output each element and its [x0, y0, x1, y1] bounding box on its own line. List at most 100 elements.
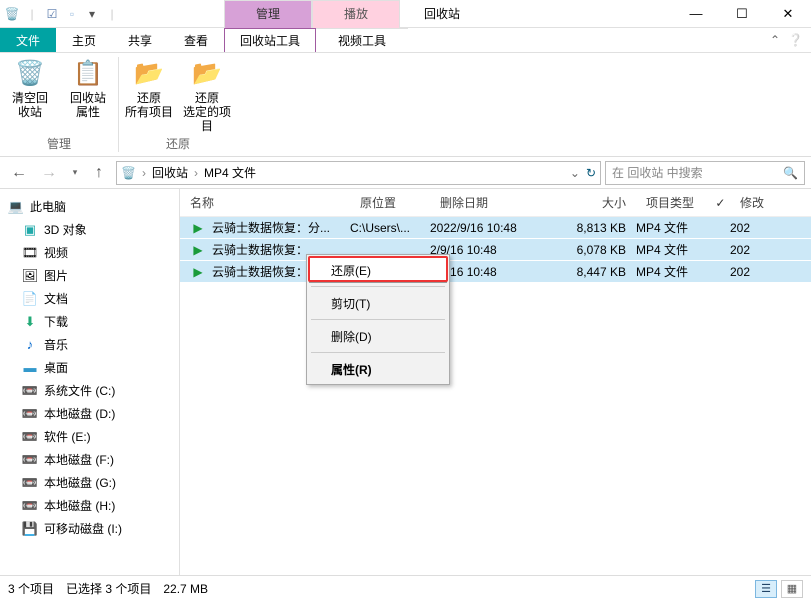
nav-item-drive-h[interactable]: 📼本地磁盘 (H:) — [0, 494, 179, 517]
contextual-tab-play[interactable]: 播放 — [312, 0, 400, 28]
qat-dropdown-icon[interactable]: ▾ — [84, 6, 100, 22]
nav-item-pictures[interactable]: 🖼图片 — [0, 264, 179, 287]
col-type[interactable]: 项目类型 ✓ — [636, 194, 730, 211]
nav-item-drive-c[interactable]: 📼系统文件 (C:) — [0, 379, 179, 402]
help-icon[interactable]: ❔ — [788, 33, 803, 47]
file-row[interactable]: ▶ 云骑士数据恢复： 2/9/16 10:48 8,447 KB MP4 文件 … — [180, 261, 811, 283]
nav-item-drive-f[interactable]: 📼本地磁盘 (F:) — [0, 448, 179, 471]
maximize-button[interactable]: ☐ — [719, 0, 765, 28]
ribbon-tab-row: 文件 主页 共享 查看 回收站工具 视频工具 ⌃ ❔ — [0, 28, 811, 53]
nav-item-music[interactable]: ♪音乐 — [0, 333, 179, 356]
qat-divider: | — [24, 6, 40, 22]
file-orig: C:\Users\... — [350, 221, 430, 235]
documents-icon: 📄 — [22, 291, 38, 307]
pc-icon: 💻 — [8, 199, 24, 215]
file-row[interactable]: ▶ 云骑士数据恢复： 2/9/16 10:48 6,078 KB MP4 文件 … — [180, 239, 811, 261]
video-file-icon: ▶ — [190, 243, 206, 257]
address-dropdown-icon[interactable]: ⌄ — [570, 166, 580, 180]
video-file-icon: ▶ — [190, 265, 206, 279]
tab-share[interactable]: 共享 — [112, 28, 168, 52]
file-size: 6,078 KB — [550, 243, 636, 257]
nav-item-3d[interactable]: ▣3D 对象 — [0, 218, 179, 241]
file-name: 云骑士数据恢复：分... — [206, 219, 350, 236]
checkbox-icon[interactable]: ☑ — [44, 6, 60, 22]
search-box[interactable]: 在 回收站 中搜索 🔍 — [605, 161, 805, 185]
address-bar-row: ← → ↑ 🗑️ › 回收站 › MP4 文件 ⌄ ↻ 在 回收站 中搜索 🔍 — [0, 157, 811, 189]
search-placeholder: 在 回收站 中搜索 — [612, 164, 703, 181]
nav-item-desktop[interactable]: ▬桌面 — [0, 356, 179, 379]
group-manage-label: 管理 — [47, 133, 71, 154]
address-bar[interactable]: 🗑️ › 回收站 › MP4 文件 ⌄ ↻ — [116, 161, 601, 185]
file-mod: 202 — [730, 243, 811, 257]
ctx-properties[interactable]: 属性(R) — [309, 356, 447, 382]
tab-video-tools[interactable]: 视频工具 — [316, 28, 408, 52]
pictures-icon: 🖼 — [22, 268, 38, 284]
nav-up-button[interactable]: ↑ — [86, 160, 112, 186]
tab-recycle-tools[interactable]: 回收站工具 — [224, 28, 316, 52]
tab-view[interactable]: 查看 — [168, 28, 224, 52]
file-mod: 202 — [730, 221, 811, 235]
col-size[interactable]: 大小 — [550, 194, 636, 211]
nav-item-drive-d[interactable]: 📼本地磁盘 (D:) — [0, 402, 179, 425]
tab-file[interactable]: 文件 — [0, 28, 56, 52]
restore-all-icon: 📂 — [133, 57, 165, 89]
col-orig[interactable]: 原位置 — [350, 194, 430, 211]
file-size: 8,813 KB — [550, 221, 636, 235]
cube-icon: ▣ — [22, 222, 38, 238]
removable-drive-icon: 💾 — [22, 521, 38, 537]
status-size: 22.7 MB — [163, 582, 208, 596]
nav-back-button[interactable]: ← — [6, 160, 32, 186]
ctx-divider — [311, 286, 445, 287]
nav-item-drive-i[interactable]: 💾可移动磁盘 (I:) — [0, 517, 179, 540]
nav-item-documents[interactable]: 📄文档 — [0, 287, 179, 310]
nav-item-downloads[interactable]: ⬇下载 — [0, 310, 179, 333]
ctx-restore[interactable]: 还原(E) — [309, 257, 447, 283]
empty-recycle-label: 清空回 收站 — [12, 91, 48, 119]
window-title: 回收站 — [424, 0, 460, 28]
col-date[interactable]: 删除日期 — [430, 194, 550, 211]
file-type: MP4 文件 — [636, 219, 730, 236]
music-icon: ♪ — [22, 337, 38, 353]
document-icon[interactable]: ▫ — [64, 6, 80, 22]
tab-home[interactable]: 主页 — [56, 28, 112, 52]
titlebar: 🗑️ | ☑ ▫ ▾ | 管理 播放 回收站 — ☐ ✕ — [0, 0, 811, 28]
refresh-icon[interactable]: ↻ — [586, 166, 596, 180]
col-mod[interactable]: 修改 — [730, 194, 811, 211]
status-count: 3 个项目 — [8, 580, 54, 597]
file-rows: ▶ 云骑士数据恢复：分... C:\Users\... 2022/9/16 10… — [180, 217, 811, 283]
recycle-props-button[interactable]: 📋 回收站 属性 — [64, 57, 112, 119]
ctx-divider — [311, 319, 445, 320]
nav-history-button[interactable] — [66, 160, 82, 186]
minimize-button[interactable]: — — [673, 0, 719, 28]
ctx-delete[interactable]: 删除(D) — [309, 323, 447, 349]
nav-item-drive-e[interactable]: 📼软件 (E:) — [0, 425, 179, 448]
view-icons-button[interactable]: ▦ — [781, 580, 803, 598]
restore-selected-button[interactable]: 📂 还原 选定的项目 — [183, 57, 231, 133]
file-type: MP4 文件 — [636, 241, 730, 258]
view-details-button[interactable]: ☰ — [755, 580, 777, 598]
ribbon-collapse-icon[interactable]: ⌃ — [770, 33, 780, 47]
breadcrumb-loc2[interactable]: MP4 文件 — [204, 164, 256, 181]
drive-icon: 📼 — [22, 452, 38, 468]
close-button[interactable]: ✕ — [765, 0, 811, 28]
nav-item-drive-g[interactable]: 📼本地磁盘 (G:) — [0, 471, 179, 494]
restore-selected-icon: 📂 — [191, 57, 223, 89]
breadcrumb-loc1[interactable]: 回收站 — [152, 164, 188, 181]
nav-this-pc[interactable]: 💻 此电脑 — [0, 195, 179, 218]
nav-item-video[interactable]: 🎞视频 — [0, 241, 179, 264]
restore-selected-label: 还原 选定的项目 — [183, 91, 231, 133]
empty-recycle-button[interactable]: 🗑️ 清空回 收站 — [6, 57, 54, 119]
sort-check-icon: ✓ — [715, 196, 725, 210]
nav-pane[interactable]: 💻 此电脑 ▣3D 对象 🎞视频 🖼图片 📄文档 ⬇下载 ♪音乐 ▬桌面 📼系统… — [0, 189, 180, 575]
video-file-icon: ▶ — [190, 221, 206, 235]
column-headers[interactable]: 名称 原位置 删除日期 大小 项目类型 ✓ 修改 — [180, 189, 811, 217]
col-name[interactable]: 名称 — [180, 194, 350, 211]
status-bar: 3 个项目 已选择 3 个项目 22.7 MB ☰ ▦ — [0, 575, 811, 601]
contextual-tab-manage[interactable]: 管理 — [224, 0, 312, 28]
restore-all-button[interactable]: 📂 还原 所有项目 — [125, 57, 173, 133]
ctx-divider — [311, 352, 445, 353]
nav-forward-button[interactable]: → — [36, 160, 62, 186]
file-date: 2022/9/16 10:48 — [430, 221, 550, 235]
ctx-cut[interactable]: 剪切(T) — [309, 290, 447, 316]
file-row[interactable]: ▶ 云骑士数据恢复：分... C:\Users\... 2022/9/16 10… — [180, 217, 811, 239]
